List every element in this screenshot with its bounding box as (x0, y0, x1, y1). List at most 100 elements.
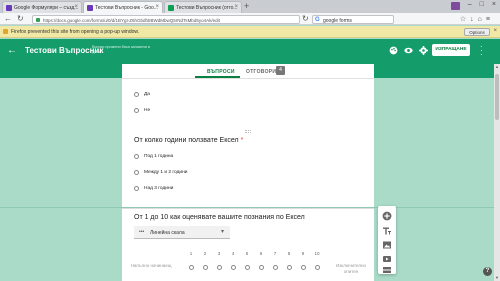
linear-scale-question-card: От 1 до 10 как оценявате вашите познания… (122, 208, 374, 281)
option-over-3-years[interactable]: Над 3 години (144, 186, 173, 191)
card-border (122, 208, 374, 209)
question-title[interactable]: От 1 до 10 как оценявате вашите познания… (134, 214, 305, 221)
search-input[interactable]: G google forms (312, 15, 394, 24)
scale-number: 3 (217, 251, 221, 256)
scale-radio-2[interactable] (202, 265, 208, 270)
scrollbar-thumb[interactable] (495, 74, 499, 120)
send-button[interactable]: ИЗПРАЩАНЕ (432, 44, 470, 56)
drag-handle-icon[interactable] (245, 130, 251, 133)
add-question-icon[interactable] (382, 211, 392, 221)
option-under-1-year[interactable]: Под 1 година (144, 154, 173, 159)
add-image-icon[interactable] (382, 240, 392, 250)
scale-number: 5 (245, 251, 249, 256)
help-icon[interactable]: ? (483, 267, 492, 276)
scale-radio-10[interactable] (314, 265, 320, 270)
form-questions-card: ВЪПРОСИ ОТГОВОРИ 4 Да Не От колко години… (122, 64, 374, 207)
scale-radio-3[interactable] (216, 265, 222, 270)
minimize-icon[interactable]: – (468, 1, 472, 8)
settings-gear-icon[interactable] (419, 46, 428, 55)
tab-title: Тестови Въпросник (отго... (176, 5, 238, 11)
radio-button[interactable] (134, 108, 139, 113)
scale-radio-7[interactable] (272, 265, 278, 270)
radio-button[interactable] (134, 186, 139, 191)
dropdown-caret-icon: ▾ (220, 229, 224, 235)
forms-favicon-icon (6, 5, 12, 11)
preview-eye-icon[interactable] (404, 46, 413, 55)
toolbar-icons: ☆↓⌂≡ (460, 15, 494, 23)
add-section-icon[interactable] (382, 266, 392, 274)
pocket-icon[interactable] (451, 2, 460, 10)
close-window-icon[interactable]: × (492, 1, 496, 8)
tabs-divider (122, 78, 374, 79)
refresh-icon[interactable]: ↻ (302, 14, 309, 23)
browser-tab-form-responses[interactable]: Тестови Въпросник (отго... × (164, 1, 242, 13)
options-button[interactable]: Options (464, 28, 490, 36)
downloads-icon[interactable]: ↓ (470, 16, 478, 23)
maximize-icon[interactable]: □ (480, 1, 484, 8)
tab-answers[interactable]: ОТГОВОРИ (246, 69, 276, 75)
close-tab-icon[interactable]: × (155, 4, 159, 10)
more-options-icon[interactable]: · · · (480, 43, 483, 59)
scroll-down-arrow-icon[interactable]: ▼ (494, 275, 500, 281)
close-notification-icon[interactable]: × (493, 28, 497, 34)
url-bar[interactable]: https://docs.google.com/forms/u/0/d/1BYg… (32, 15, 300, 24)
forms-header: ← Тестови Въпросник Всички промени бяха … (0, 39, 500, 64)
color-palette-icon[interactable] (389, 46, 398, 55)
notification-text: Firefox prevented this site from opening… (11, 29, 140, 35)
question-type-label: Линейна скала (150, 229, 185, 236)
browser-navigation-bar: ← ↻ https://docs.google.com/forms/u/0/d/… (0, 13, 500, 25)
sheets-favicon-icon (168, 5, 174, 11)
option-no: Не (144, 108, 151, 113)
question-text: От колко години ползвате Ексел (134, 137, 239, 144)
add-title-icon[interactable] (382, 226, 392, 236)
required-mark: * (240, 137, 244, 144)
radio-button[interactable] (134, 92, 139, 97)
google-search-icon: G (315, 17, 320, 23)
home-icon[interactable]: ⌂ (478, 16, 486, 23)
floating-toolbar (378, 206, 396, 274)
browser-tab-forms-home[interactable]: Google Формуляри – създ... × (2, 1, 82, 13)
scale-left-label[interactable]: Напълно начинаещ (130, 263, 172, 269)
scroll-up-arrow-icon[interactable]: ▲ (494, 64, 500, 70)
question-type-dropdown[interactable]: ••• Линейна скала ▾ (134, 226, 230, 239)
browser-tab-strip: Google Формуляри – създ... × Тестови Въп… (0, 0, 500, 13)
scale-number: 7 (273, 251, 277, 256)
responses-count-badge: 4 (276, 66, 285, 75)
scale-radio-8[interactable] (286, 265, 292, 270)
scale-radio-1[interactable] (188, 265, 194, 270)
option-1-to-2-years[interactable]: Между 1 и 2 години (144, 170, 187, 175)
scale-number: 10 (314, 251, 320, 256)
reload-icon[interactable]: ↻ (17, 14, 24, 23)
browser-tab-form-edit[interactable]: Тестови Въпросник - Goo... × (83, 1, 163, 13)
lock-icon (36, 18, 40, 22)
new-tab-button[interactable]: + (244, 2, 249, 11)
tab-title: Google Формуляри – създ... (14, 5, 79, 11)
close-tab-icon[interactable]: × (234, 4, 238, 10)
scale-number: 4 (231, 251, 235, 256)
close-tab-icon[interactable]: × (74, 4, 78, 10)
popup-blocked-notification: Firefox prevented this site from opening… (0, 26, 500, 38)
url-text: https://docs.google.com/forms/u/0/d/1BYg… (43, 17, 220, 23)
scale-radio-4[interactable] (230, 265, 236, 270)
scale-radio-9[interactable] (300, 265, 306, 270)
tab-title: Тестови Въпросник - Goo... (95, 5, 158, 11)
scale-number: 1 (189, 251, 193, 256)
radio-button[interactable] (134, 154, 139, 159)
scale-right-label[interactable]: Изключително опитен (330, 263, 372, 275)
warning-icon (3, 29, 8, 34)
option-yes: Да (144, 92, 150, 97)
back-arrow-icon[interactable]: ← (7, 45, 17, 56)
linear-scale-icon: ••• (139, 229, 145, 235)
scale-radio-6[interactable] (258, 265, 264, 270)
scale-number: 2 (203, 251, 207, 256)
bookmark-star-icon[interactable]: ☆ (460, 16, 470, 23)
scale-radio-5[interactable] (244, 265, 250, 270)
back-icon[interactable]: ← (4, 14, 12, 23)
menu-icon[interactable]: ≡ (486, 16, 494, 23)
scale-number: 8 (287, 251, 291, 256)
question-title[interactable]: От колко години ползвате Ексел * (134, 137, 243, 144)
radio-button[interactable] (134, 170, 139, 175)
tab-questions[interactable]: ВЪПРОСИ (207, 69, 235, 75)
page-scrollbar[interactable]: ▲ ▼ (494, 64, 500, 281)
add-video-icon[interactable] (382, 254, 392, 264)
